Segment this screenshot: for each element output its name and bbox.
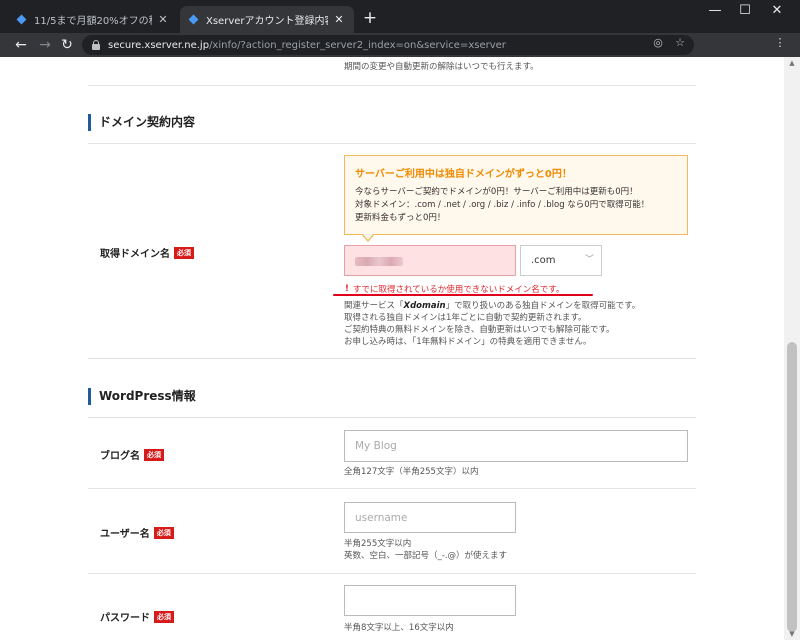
tld-select[interactable]: .com ﹀ [520, 245, 602, 276]
required-badge: 必須 [153, 526, 174, 539]
star-icon[interactable]: ☆ [672, 36, 688, 49]
domain-field-label: 取得ドメイン名 必須 [100, 245, 194, 260]
browser-toolbar: ← → ↻ secure.xserver.ne.jp /xinfo/?actio… [0, 33, 800, 57]
close-window-button[interactable]: ✕ [762, 3, 792, 18]
page-scrollbar[interactable]: ▲ ▼ [784, 57, 800, 640]
domain-name-input[interactable] [344, 245, 516, 276]
menu-dots-icon[interactable]: ⋮ [772, 36, 788, 49]
section-title-domain: ドメイン契約内容 [88, 114, 195, 131]
xserver-favicon-icon [16, 14, 28, 26]
back-arrow-icon[interactable]: ← [12, 36, 30, 54]
reload-icon[interactable]: ↻ [58, 36, 76, 54]
username-input[interactable]: username [344, 502, 516, 533]
red-annotation-underline [333, 294, 593, 296]
required-badge: 必須 [174, 246, 194, 259]
browser-tab-2[interactable]: Xserverアカウント登録内容の入力画 ✕ [180, 6, 354, 33]
tab-title: 11/5まで月額20%オフの税抜720円 [34, 16, 152, 27]
divider [88, 358, 696, 359]
tab-bar: 11/5まで月額20%オフの税抜720円 ✕ Xserverアカウント登録内容の… [0, 0, 800, 33]
top-note: 期間の変更や自動更新の解除はいつでも行えます。 [344, 62, 539, 72]
free-domain-notice: サーバーご利用中は独自ドメインがずっと0円！ 今ならサーバーご契約でドメインが0… [344, 155, 688, 242]
required-badge: 必須 [144, 448, 164, 461]
password-help: 半角8文字以上、16文字以内 [344, 623, 454, 633]
scroll-up-arrow-icon[interactable]: ▲ [787, 59, 797, 67]
tab-title: Xserverアカウント登録内容の入力画 [206, 16, 328, 27]
notice-line: 今ならサーバーご契約でドメインが0円！サーバーご利用中は更新も0円！ [355, 187, 638, 197]
url-host: secure.xserver.ne.jp [108, 39, 210, 51]
divider [88, 85, 696, 86]
minimize-button[interactable]: — [700, 3, 730, 18]
xdomain-link[interactable]: Xdomain [404, 301, 446, 311]
close-icon[interactable]: ✕ [332, 13, 346, 26]
browser-tab-1[interactable]: 11/5まで月額20%オフの税抜720円 ✕ [8, 6, 178, 33]
chevron-down-icon: ﹀ [584, 255, 594, 265]
notice-line: 更新料金もずっと0円！ [355, 213, 446, 223]
divider [88, 417, 696, 418]
lock-icon [90, 39, 102, 51]
blog-name-input[interactable]: My Blog [344, 430, 688, 462]
username-label: ユーザー名 必須 [100, 525, 174, 540]
divider [88, 573, 696, 574]
divider [88, 143, 696, 144]
blurred-text [355, 257, 403, 266]
close-icon[interactable]: ✕ [156, 13, 170, 26]
notice-title: サーバーご利用中は独自ドメインがずっと0円！ [355, 169, 572, 180]
domain-description: 関連サービス「Xdomain」で取り扱いのある独自ドメインを取得可能です。 取得… [344, 301, 641, 347]
password-input[interactable] [344, 585, 516, 616]
divider [88, 488, 696, 489]
blog-name-label: ブログ名 必須 [100, 447, 164, 462]
blog-name-help: 全角127文字（半角255文字）以内 [344, 467, 479, 477]
username-help: 半角255文字以内 英数、空白、一部記号（_-.@）が使えます [344, 539, 508, 561]
url-path: /xinfo/?action_register_server2_index=on… [209, 39, 506, 51]
xserver-favicon-icon [188, 14, 200, 26]
page-viewport: 期間の変更や自動更新の解除はいつでも行えます。 ドメイン契約内容 サーバーご利用… [0, 57, 784, 640]
section-title-wordpress: WordPress情報 [88, 388, 196, 405]
address-bar[interactable]: secure.xserver.ne.jp /xinfo/?action_regi… [82, 35, 694, 55]
scroll-down-arrow-icon[interactable]: ▼ [787, 630, 797, 638]
maximize-button[interactable]: ☐ [730, 3, 760, 18]
notice-line: 対象ドメイン：.com / .net / .org / .biz / .info… [355, 200, 650, 210]
alert-icon: ! [345, 284, 349, 294]
new-tab-button[interactable]: + [360, 8, 380, 28]
forward-arrow-icon[interactable]: → [36, 36, 54, 54]
scroll-thumb[interactable] [787, 342, 797, 632]
password-label: パスワード 必須 [100, 609, 174, 624]
eye-off-icon[interactable]: ◎ [650, 36, 666, 49]
required-badge: 必須 [154, 610, 174, 623]
